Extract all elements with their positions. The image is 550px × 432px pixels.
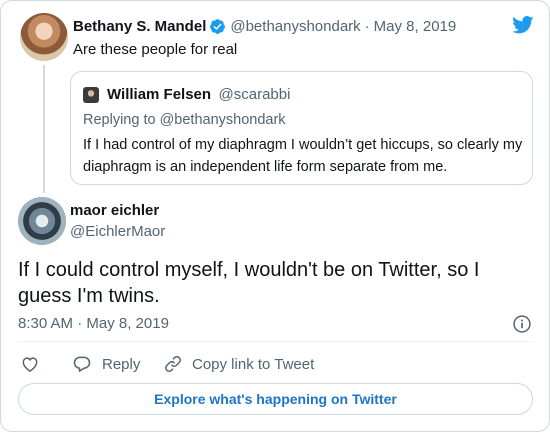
explore-twitter-button[interactable]: Explore what's happening on Twitter <box>18 383 533 415</box>
main-author-avatar[interactable] <box>18 197 66 245</box>
parent-tweet-text: Are these people for real <box>73 41 238 58</box>
quoted-tweet-text: If I had control of my diaphragm I would… <box>83 137 523 175</box>
heart-icon[interactable] <box>20 354 40 374</box>
actions-divider <box>18 341 533 342</box>
parent-tweet-date[interactable]: May 8, 2019 <box>374 18 457 35</box>
verified-badge-icon <box>210 19 226 34</box>
quoted-tweet-header: William Felsen @scarabbi <box>107 86 290 104</box>
parent-author-avatar[interactable] <box>20 13 68 61</box>
copy-link-button[interactable]: Copy link to Tweet <box>163 354 314 374</box>
copy-link-label: Copy link to Tweet <box>192 355 315 373</box>
explore-button-label: Explore what's happening on Twitter <box>154 391 397 407</box>
embedded-tweet-card: Bethany S. Mandel @bethanyshondark · May… <box>0 0 550 432</box>
main-author-name[interactable]: maor eichler <box>70 202 159 219</box>
header-separator: · <box>364 18 370 35</box>
main-tweet-text: If I could control myself, I wouldn't be… <box>18 259 480 307</box>
quoted-author-avatar <box>83 87 99 103</box>
quoted-author-name: William Felsen <box>107 86 212 103</box>
reply-button[interactable]: Reply <box>72 354 140 374</box>
reply-label: Reply <box>102 355 141 373</box>
twitter-bird-icon[interactable] <box>512 16 534 34</box>
main-author-handle[interactable]: @EichlerMaor <box>70 223 165 240</box>
tweet-timestamp[interactable]: 8:30 AM · May 8, 2019 <box>18 315 169 332</box>
reply-icon <box>73 356 91 372</box>
thread-connector-line <box>43 65 45 193</box>
link-icon <box>165 356 181 372</box>
parent-tweet-header: Bethany S. Mandel @bethanyshondark · May… <box>73 18 456 35</box>
replying-to-label: Replying to @bethanyshondark <box>83 112 286 128</box>
quoted-tweet[interactable]: William Felsen @scarabbi Replying to @be… <box>70 71 533 185</box>
quoted-author-handle: @scarabbi <box>218 86 291 103</box>
parent-author-handle[interactable]: @bethanyshondark <box>230 18 360 35</box>
info-icon[interactable] <box>512 314 532 334</box>
parent-author-name[interactable]: Bethany S. Mandel <box>73 18 206 35</box>
